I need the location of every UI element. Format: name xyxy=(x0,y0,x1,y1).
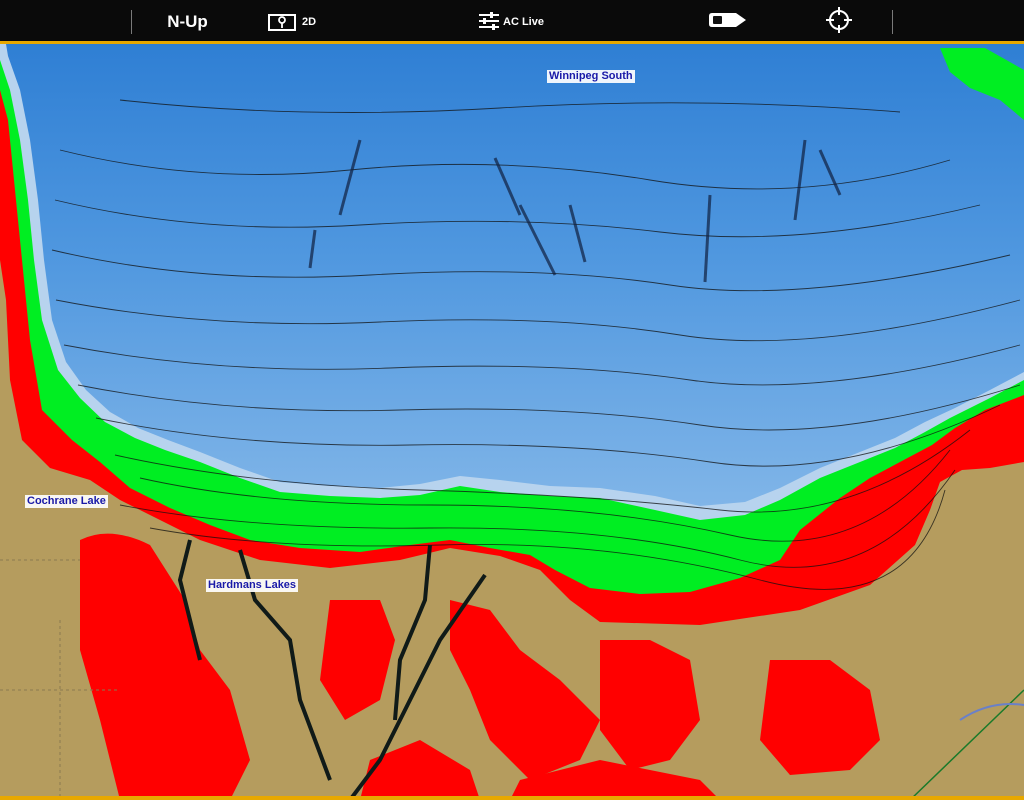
toolbar-separator xyxy=(131,10,132,34)
boat-position-button[interactable] xyxy=(704,0,752,44)
map-label-winnipeg-south[interactable]: Winnipeg South xyxy=(547,70,635,83)
map-label-cochrane-lake[interactable]: Cochrane Lake xyxy=(25,495,108,508)
bottom-accent-bar xyxy=(0,796,1024,800)
orientation-label: N-Up xyxy=(167,12,208,31)
view-mode-label: 2D xyxy=(302,16,317,28)
view-mode-button[interactable]: 2D xyxy=(268,0,348,44)
map-label-hardmans-lakes[interactable]: Hardmans Lakes xyxy=(206,579,299,592)
depth-chart-map[interactable] xyxy=(0,44,1024,800)
autochart-live-button[interactable]: AC Live xyxy=(478,0,568,44)
map-pin-icon xyxy=(268,13,296,31)
toolbar-separator xyxy=(892,10,893,34)
map-toolbar: N-Up 2D AC Live xyxy=(0,0,1024,44)
crosshair-button[interactable] xyxy=(822,0,856,44)
autochart-label: AC Live xyxy=(503,16,544,28)
crosshair-icon xyxy=(826,6,852,38)
boat-icon xyxy=(708,12,748,33)
orientation-button[interactable]: N-Up xyxy=(140,0,235,44)
sliders-icon xyxy=(478,11,500,34)
